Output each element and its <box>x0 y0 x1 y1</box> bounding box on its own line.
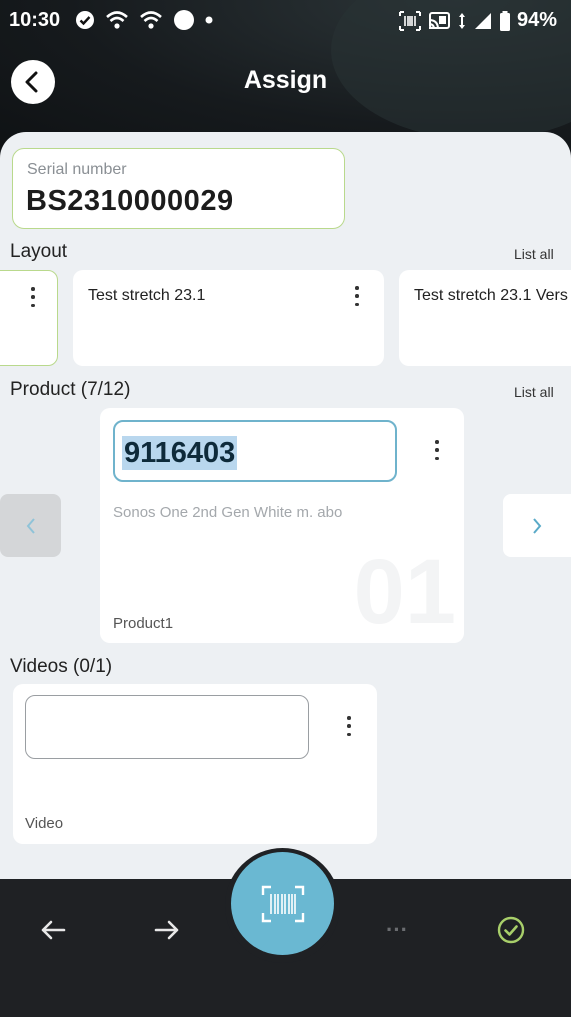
video-input[interactable] <box>25 695 309 759</box>
product-card[interactable]: 9116403 Sonos One 2nd Gen White m. abo 0… <box>100 408 464 643</box>
more-icon: ··· <box>386 917 408 942</box>
record-dot-icon <box>173 9 195 31</box>
videos-section-title: Videos (0/1) <box>10 656 113 677</box>
layout-card-name: Test stretch 23.1 <box>88 287 206 304</box>
serial-number-value: BS2310000029 <box>26 185 234 217</box>
video-label: Video <box>25 815 64 832</box>
data-transfer-icon <box>457 11 467 31</box>
serial-number-label: Serial number <box>27 161 127 178</box>
page-title: Assign <box>243 66 328 94</box>
video-card[interactable]: Video <box>13 684 377 844</box>
more-button[interactable]: ··· <box>374 907 420 953</box>
barcode-scan-icon <box>261 885 305 923</box>
layout-card-name: Test stretch 23.1 Vers <box>414 287 568 304</box>
product-code-input[interactable]: 9116403 <box>113 420 397 482</box>
product-section-title: Product (7/12) <box>10 379 131 400</box>
cast-icon <box>427 11 451 31</box>
more-options-icon[interactable] <box>347 284 367 308</box>
product-list-all-link[interactable]: List all <box>514 384 554 400</box>
confirm-button[interactable] <box>488 907 534 953</box>
layout-card[interactable] <box>0 270 58 366</box>
battery-percent: 94% <box>516 9 557 31</box>
status-bar: 10:30 94% <box>0 0 571 42</box>
status-time: 10:30 <box>9 9 61 31</box>
more-options-icon[interactable] <box>427 438 447 462</box>
battery-icon <box>499 10 511 31</box>
check-circle-icon <box>75 10 95 30</box>
layout-list-all-link[interactable]: List all <box>514 246 554 262</box>
wifi-icon <box>139 10 163 30</box>
product-label: Product1 <box>113 615 174 632</box>
next-product-button[interactable] <box>503 494 571 557</box>
check-circle-icon <box>496 915 526 945</box>
next-step-button[interactable] <box>144 907 190 953</box>
barcode-scanner-icon <box>398 10 421 31</box>
scan-barcode-button[interactable] <box>231 852 334 955</box>
more-options-icon[interactable] <box>23 285 43 309</box>
chevron-left-icon <box>25 517 37 535</box>
main-sheet: Serial number BS2310000029 Layout List a… <box>0 132 571 892</box>
product-index-watermark: 01 <box>353 541 456 643</box>
notification-dot-icon <box>205 16 213 24</box>
serial-number-field[interactable]: Serial number BS2310000029 <box>12 148 345 229</box>
product-code-value: 9116403 <box>122 436 238 470</box>
previous-step-button[interactable] <box>30 907 76 953</box>
previous-product-button[interactable] <box>0 494 61 557</box>
layout-card[interactable]: Test stretch 23.1 Vers <box>399 270 571 366</box>
signal-icon <box>473 11 493 31</box>
arrow-left-icon <box>40 919 66 941</box>
layout-card[interactable]: Test stretch 23.1 <box>73 270 384 366</box>
product-description: Sonos One 2nd Gen White m. abo <box>113 504 343 521</box>
arrow-right-icon <box>154 919 180 941</box>
chevron-right-icon <box>531 517 543 535</box>
more-options-icon[interactable] <box>339 714 359 738</box>
layout-section-title: Layout <box>10 241 68 262</box>
wifi-icon <box>105 10 129 30</box>
